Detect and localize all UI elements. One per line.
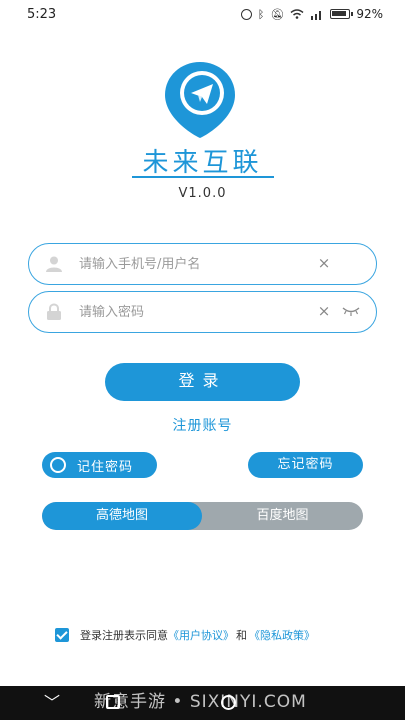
password-field[interactable]: × xyxy=(28,291,377,333)
battery-icon xyxy=(330,9,354,19)
privacy-policy-link[interactable]: 《隐私政策》 xyxy=(249,627,315,643)
nav-back-chevron-icon[interactable]: ﹀ xyxy=(44,694,60,712)
user-agreement-link[interactable]: 《用户协议》 xyxy=(168,627,234,643)
remember-password-toggle[interactable]: 记住密码 xyxy=(42,452,157,478)
user-icon xyxy=(46,256,62,272)
map-option-baidu[interactable]: 百度地图 xyxy=(202,502,363,530)
login-button[interactable]: 登录 xyxy=(105,363,300,401)
app-version: V1.0.0 xyxy=(178,186,227,201)
agreement-prefix: 登录注册表示同意 xyxy=(80,629,168,642)
radio-ring-icon xyxy=(50,457,66,473)
title-underline xyxy=(132,176,274,178)
lock-icon xyxy=(47,303,61,320)
username-field[interactable]: × xyxy=(28,243,377,285)
agreement-conjunction: 和 xyxy=(236,629,247,642)
bluetooth-icon: ᛒ xyxy=(257,7,265,21)
map-option-gaode[interactable]: 高德地图 xyxy=(42,502,202,530)
clear-icon[interactable]: × xyxy=(316,255,332,271)
username-input[interactable] xyxy=(79,253,299,275)
status-icons: ᛒ 🔕︎ 92% xyxy=(240,7,383,21)
app-logo-icon xyxy=(165,62,235,138)
remember-password-label: 记住密码 xyxy=(77,460,134,475)
alarm-icon xyxy=(240,8,252,20)
register-link[interactable]: 注册账号 xyxy=(0,415,405,435)
forgot-password-button[interactable]: 忘记密码 xyxy=(248,452,363,478)
agreement-row: 登录注册表示同意 《用户协议》 和 《隐私政策》 xyxy=(55,627,315,643)
mute-icon: 🔕︎ xyxy=(270,7,285,21)
watermark: 新意手游 • SIXINYI.COM xyxy=(94,692,307,712)
map-provider-toggle: 高德地图 百度地图 xyxy=(42,502,363,530)
status-time: 5:23 xyxy=(27,7,57,22)
app-title: 未来互联 xyxy=(142,148,263,178)
battery-percent: 92% xyxy=(356,7,383,21)
clear-icon[interactable]: × xyxy=(316,303,332,319)
signal-icon xyxy=(311,10,322,20)
password-input[interactable] xyxy=(79,301,299,323)
wifi-icon xyxy=(290,9,304,19)
eye-closed-icon[interactable] xyxy=(341,304,361,318)
agreement-checkbox[interactable] xyxy=(55,628,69,642)
status-bar: 5:23 ᛒ 🔕︎ 92% xyxy=(0,0,405,30)
